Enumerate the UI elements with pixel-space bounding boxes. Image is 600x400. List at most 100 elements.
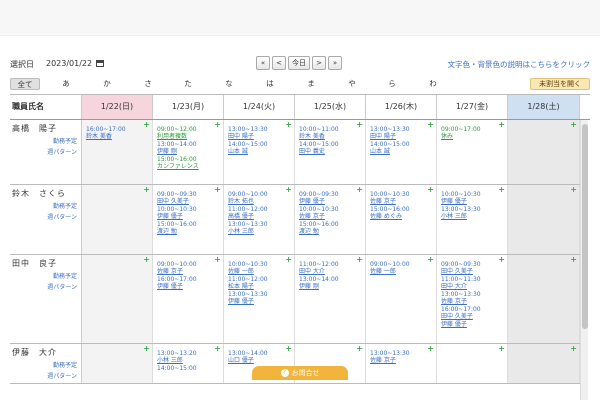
visit-entry[interactable]: 09:00~12:00 利用者複数 [157, 126, 197, 140]
kana-tab-na[interactable]: な [219, 78, 239, 90]
visit-client-name[interactable]: 松本 陽子 [228, 283, 268, 290]
add-visit-icon[interactable]: + [498, 345, 505, 353]
kana-tab-ka[interactable]: か [97, 78, 117, 90]
visit-client-name[interactable]: 渡辺 勉 [157, 228, 197, 235]
add-visit-icon[interactable]: + [570, 121, 577, 129]
add-visit-icon[interactable]: + [285, 345, 292, 353]
prev-week-button[interactable]: « [256, 56, 270, 70]
visit-entry[interactable]: 伊藤 優子 [441, 321, 467, 328]
schedule-cell[interactable]: +10:00~10:30 伊藤 優子 13:00~13:30 小林 三郎 [437, 185, 508, 254]
vertical-scrollbar[interactable] [580, 120, 588, 400]
visit-client-name[interactable]: 山本 誠 [228, 148, 268, 155]
weekly-pattern-link[interactable]: 週パターン [47, 282, 77, 291]
schedule-cell[interactable]: + [82, 255, 153, 343]
schedule-cell[interactable]: +09:00~12:00 利用者複数 13:00~14:00 伊藤 剛 15:00~16… [153, 120, 224, 184]
prev-day-button[interactable]: < [272, 56, 286, 70]
visit-client-name[interactable]: 田中 久美子 [441, 313, 481, 320]
visit-client-name[interactable]: 休み [441, 133, 481, 140]
visit-entry[interactable]: 10:00~10:30 佐藤 京子 [370, 191, 410, 205]
weekly-pattern-link[interactable]: 週パターン [47, 212, 77, 221]
visit-client-name[interactable]: 鈴木 拓也 [228, 198, 268, 205]
visit-entry[interactable]: 13:00~13:30 小林 三郎 [228, 221, 268, 235]
add-visit-icon[interactable]: + [356, 121, 363, 129]
day-header-wed[interactable]: 1/25(水) [295, 95, 366, 119]
visit-client-name[interactable]: 伊藤 優子 [441, 198, 481, 205]
visit-entry[interactable]: 09:00~09:30 田中 久美子 [157, 191, 197, 205]
visit-entry[interactable]: 15:00~16:00 カンファレンス [157, 156, 199, 170]
add-visit-icon[interactable]: + [214, 256, 221, 264]
visit-client-name[interactable]: 渡辺 勉 [299, 228, 339, 235]
schedule-cell[interactable]: +16:00~17:00 鈴木 美香 [82, 120, 153, 184]
employee-name[interactable]: 田中 良子 [12, 258, 57, 269]
employee-name[interactable]: 伊藤 大介 [12, 347, 57, 358]
add-visit-icon[interactable]: + [143, 345, 150, 353]
add-visit-icon[interactable]: + [570, 345, 577, 353]
kana-tab-ha[interactable]: は [260, 78, 280, 90]
weekly-pattern-link[interactable]: 週パターン [47, 371, 77, 380]
visit-client-name[interactable]: カンファレンス [157, 163, 199, 170]
visit-entry[interactable]: 09:00~10:00 鈴木 拓也 [228, 191, 268, 205]
scrollbar-thumb[interactable] [582, 124, 588, 329]
visit-client-name[interactable]: 佐藤 一郎 [370, 268, 410, 275]
visit-client-name[interactable]: 高橋 優子 [228, 213, 268, 220]
day-header-sun[interactable]: 1/22(日) [82, 95, 153, 119]
visit-entry[interactable]: 10:00~11:00 鈴木 美香 [299, 126, 339, 140]
schedule-cell[interactable]: +09:00~09:30 田中 久美子 10:00~10:30 伊藤 優子 15:00~… [153, 185, 224, 254]
visit-entry[interactable]: 09:00~09:30 田中 久美子 [441, 261, 481, 275]
kana-tab-ma[interactable]: ま [301, 78, 321, 90]
add-visit-icon[interactable]: + [356, 345, 363, 353]
add-visit-icon[interactable]: + [570, 256, 577, 264]
visit-client-name[interactable]: 山本 誠 [370, 148, 410, 155]
schedule-cell[interactable]: +09:00~09:30 田中 久美子 11:00~11:30 田中 大介 13:00~… [437, 255, 508, 343]
visit-entry[interactable]: 11:00~11:30 田中 大介 [441, 276, 481, 290]
visit-client-name[interactable]: 佐藤 一郎 [228, 268, 268, 275]
add-visit-icon[interactable]: + [498, 121, 505, 129]
visit-entry[interactable]: 10:00~10:30 伊藤 優子 [441, 191, 481, 205]
add-visit-icon[interactable]: + [214, 121, 221, 129]
kana-tab-wa[interactable]: わ [423, 78, 443, 90]
work-schedule-link[interactable]: 勤務予定 [53, 360, 77, 369]
add-visit-icon[interactable]: + [356, 256, 363, 264]
visit-entry[interactable]: 13:00~14:00 伊藤 剛 [157, 141, 197, 155]
visit-entry[interactable]: 16:00~17:00 鈴木 美香 [86, 126, 126, 140]
visit-client-name[interactable]: 伊藤 優子 [299, 198, 339, 205]
add-visit-icon[interactable]: + [143, 121, 150, 129]
visit-client-name[interactable]: 鈴木 美香 [299, 133, 339, 140]
visit-client-name[interactable]: 鈴木 美香 [86, 133, 126, 140]
add-visit-icon[interactable]: + [498, 256, 505, 264]
day-header-fri[interactable]: 1/27(金) [437, 95, 508, 119]
schedule-cell[interactable]: +13:00~13:30 佐藤 京子 [366, 344, 437, 383]
visit-client-name[interactable]: 佐藤 京子 [370, 198, 410, 205]
next-day-button[interactable]: > [312, 56, 326, 70]
visit-entry[interactable]: 11:00~12:00 高橋 優子 [228, 206, 268, 220]
kana-tab-ra[interactable]: ら [382, 78, 402, 90]
employee-name[interactable]: 高橋 陽子 [12, 123, 57, 134]
visit-entry[interactable]: 09:00~09:30 伊藤 優子 [299, 191, 339, 205]
add-visit-icon[interactable]: + [285, 121, 292, 129]
add-visit-icon[interactable]: + [427, 186, 434, 194]
kana-tab-sa[interactable]: さ [138, 78, 158, 90]
kana-tab-ta[interactable]: た [178, 78, 198, 90]
open-unassigned-button[interactable]: 未割当を開く [530, 78, 590, 90]
visit-entry[interactable]: 11:00~12:00 松本 陽子 [228, 276, 268, 290]
visit-client-name[interactable]: 伊藤 優子 [157, 283, 197, 290]
visit-client-name[interactable]: 田中 義史 [299, 148, 339, 155]
schedule-cell[interactable]: + [437, 344, 508, 383]
schedule-cell[interactable]: +09:00~10:00 佐藤 一郎 [366, 255, 437, 343]
visit-client-name[interactable]: 小林 三郎 [441, 213, 481, 220]
visit-client-name[interactable]: 佐藤 京子 [370, 357, 410, 364]
visit-client-name[interactable]: 小林 三郎 [228, 228, 268, 235]
add-visit-icon[interactable]: + [214, 345, 221, 353]
visit-client-name[interactable]: 田中 陽子 [370, 133, 410, 140]
next-week-button[interactable]: » [328, 56, 342, 70]
visit-client-name[interactable]: 伊藤 剛 [157, 148, 197, 155]
visit-entry[interactable]: 13:00~13:30 田中 陽子 [228, 126, 268, 140]
schedule-cell[interactable]: +09:00~10:00 鈴木 拓也 11:00~12:00 高橋 優子 13:00~1… [224, 185, 295, 254]
visit-entry[interactable]: 15:00~16:00 佐藤 めぐみ [370, 206, 410, 220]
color-help-link[interactable]: 文字色・背景色の説明はこちらをクリック [448, 59, 591, 70]
visit-entry[interactable]: 16:00~17:00 田中 久美子 [441, 306, 481, 320]
schedule-cell[interactable]: +13:00~13:30 田中 陽子 14:00~15:00 山本 誠 [366, 120, 437, 184]
visit-entry[interactable]: 13:00~13:30 伊藤 優子 [228, 291, 268, 305]
visit-entry[interactable]: 13:00~13:30 田中 陽子 [370, 126, 410, 140]
visit-entry[interactable]: 09:00~10:00 佐藤 京子 [157, 261, 197, 275]
